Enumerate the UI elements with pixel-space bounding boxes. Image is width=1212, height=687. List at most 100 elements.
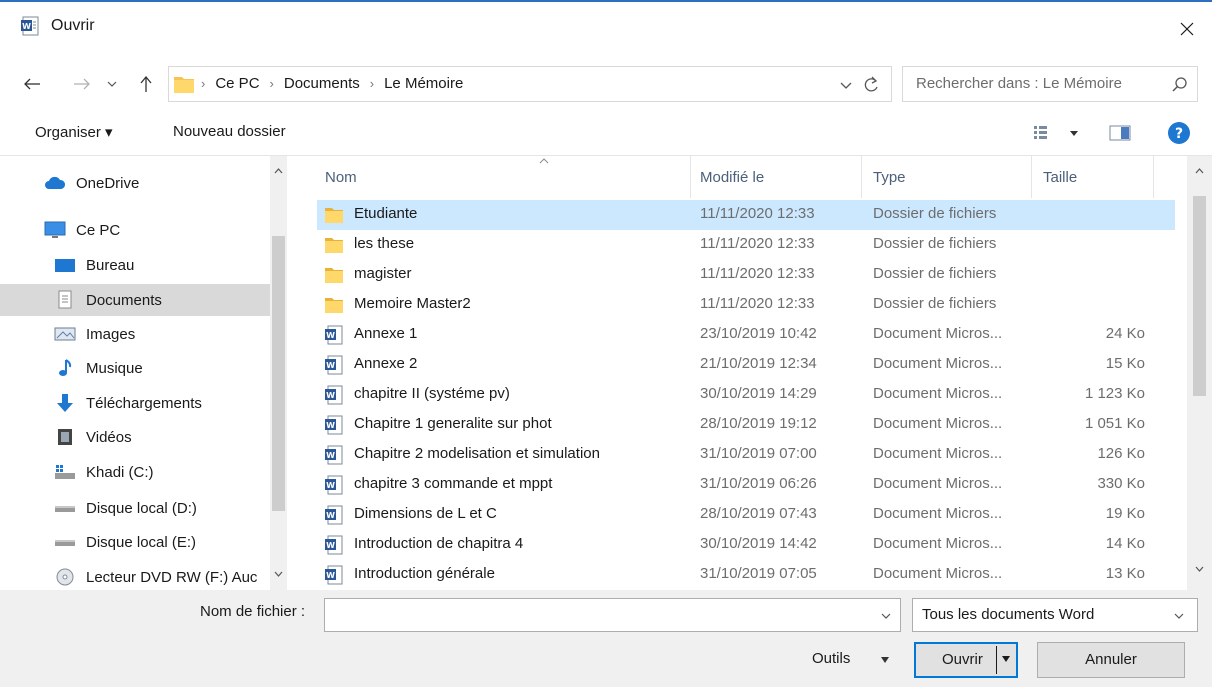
breadcrumb-item[interactable]: Le Mémoire [384, 75, 463, 92]
breadcrumb-item[interactable]: Documents [284, 75, 360, 92]
up-button[interactable] [134, 72, 158, 96]
column-header-type[interactable]: Type [873, 156, 906, 198]
dvd-icon [54, 566, 76, 588]
file-name: Etudiante [354, 205, 418, 222]
nav-item-videos[interactable]: Vidéos [0, 421, 270, 453]
forward-button[interactable] [70, 72, 94, 96]
file-row[interactable]: W Introduction de chapitra 4 30/10/2019 14… [317, 530, 1175, 560]
svg-text:W: W [22, 22, 31, 31]
desktop-icon [54, 254, 76, 276]
column-divider[interactable] [1153, 156, 1154, 198]
split-divider [996, 646, 997, 674]
nav-item-documents[interactable]: Documents [0, 284, 270, 316]
caret-down-icon[interactable] [1001, 654, 1011, 664]
arrow-left-icon [24, 78, 40, 90]
chevron-up-icon[interactable] [1195, 168, 1204, 174]
file-type: Document Micros... [873, 475, 1003, 492]
column-divider[interactable] [1031, 156, 1032, 198]
file-row[interactable]: W Chapitre 1 generalite sur phot 28/10/201… [317, 410, 1175, 440]
nav-item-music[interactable]: Musique [0, 352, 270, 384]
nav-item-images[interactable]: Images [0, 318, 270, 350]
filename-label: Nom de fichier : [200, 603, 306, 620]
file-type: Dossier de fichiers [873, 295, 997, 312]
column-divider[interactable] [690, 156, 691, 198]
word-doc-icon: W [325, 505, 343, 525]
file-row[interactable]: Wchapitre 3 commande et mppt 31/10/2019 0… [317, 470, 1175, 500]
file-row[interactable]: W Annexe 1 23/10/2019 10:42 Document Micros… [317, 320, 1175, 350]
cancel-button[interactable]: Annuler [1037, 642, 1185, 678]
close-button[interactable] [1162, 2, 1212, 56]
chevron-down-icon[interactable] [880, 610, 892, 622]
tools-button[interactable]: Outils [812, 650, 850, 667]
column-header-modified[interactable]: Modifié le [700, 156, 764, 198]
nav-item-drive-c[interactable]: Khadi (C:) [0, 456, 270, 488]
nav-scroll-thumb[interactable] [272, 236, 285, 511]
chevron-right-icon: › [201, 76, 206, 91]
preview-pane-icon[interactable] [1108, 122, 1132, 144]
folder-row[interactable]: Memoire Master2 11/11/2020 12:33 Dossier d… [317, 290, 1175, 320]
search-icon[interactable] [1171, 76, 1189, 94]
nav-item-desktop[interactable]: Bureau [0, 249, 270, 281]
organize-button[interactable]: Organiser ▾ [35, 123, 113, 141]
nav-item-dvd-f[interactable]: Lecteur DVD RW (F:) Auc [0, 561, 270, 590]
file-modified: 31/10/2019 06:26 [700, 475, 817, 492]
folder-row[interactable]: magister 11/11/2020 12:33 Dossier de fichi… [317, 260, 1175, 290]
file-size: 19 Ko [1105, 505, 1145, 522]
sort-ascending-icon [539, 158, 549, 164]
file-type: Document Micros... [873, 325, 1003, 342]
title-bar: W Ouvrir [0, 2, 1212, 56]
arrow-right-icon [74, 78, 90, 90]
chevron-right-icon: › [369, 76, 375, 91]
nav-item-onedrive[interactable]: OneDrive [0, 167, 270, 199]
chevron-down-icon[interactable] [1173, 610, 1185, 622]
file-modified: 28/10/2019 07:43 [700, 505, 817, 522]
file-row[interactable]: W Chapitre 2 modelisation et simulation 31… [317, 440, 1175, 470]
view-options-icon[interactable] [1032, 122, 1084, 144]
file-modified: 23/10/2019 10:42 [700, 325, 817, 342]
help-icon[interactable]: ? [1167, 121, 1191, 145]
recent-locations-button[interactable] [104, 72, 120, 96]
nav-item-drive-d[interactable]: Disque local (D:) [0, 492, 270, 524]
chevron-down-icon[interactable] [274, 571, 283, 577]
chevron-down-icon[interactable] [1195, 566, 1204, 572]
open-button[interactable]: Ouvrir [914, 642, 1018, 678]
file-row[interactable]: W Dimensions de L et C 28/10/2019 07:43 Doc… [317, 500, 1175, 530]
column-divider[interactable] [861, 156, 862, 198]
file-row[interactable]: W Annexe 2 21/10/2019 12:34 Document Micros… [317, 350, 1175, 380]
address-bar[interactable]: › Ce PC › Documents › Le Mémoire [168, 66, 892, 102]
folder-row[interactable]: Etudiante 11/11/2020 12:33 Dossier de fich… [317, 200, 1175, 230]
column-header-size[interactable]: Taille [1043, 156, 1077, 198]
folder-row[interactable]: les these 11/11/2020 12:33 Dossier de fich… [317, 230, 1175, 260]
file-scroll-thumb[interactable] [1193, 196, 1206, 396]
filename-combobox[interactable] [324, 598, 901, 632]
column-header-name[interactable]: Nom [325, 156, 357, 198]
file-modified: 31/10/2019 07:05 [700, 565, 817, 582]
search-box[interactable] [902, 66, 1198, 102]
nav-scrollbar[interactable] [270, 156, 287, 590]
chevron-down-icon[interactable] [837, 76, 855, 94]
caret-down-icon[interactable] [880, 656, 890, 664]
file-type-filter[interactable]: Tous les documents Word [912, 598, 1198, 632]
file-name: chapitre 3 commande et mppt [354, 475, 553, 492]
filename-input[interactable] [331, 606, 861, 623]
nav-item-downloads[interactable]: Téléchargements [0, 387, 270, 419]
open-button-label: Ouvrir [942, 651, 983, 668]
file-row[interactable]: Wchapitre II (systéme pv) 30/10/2019 14:2… [317, 380, 1175, 410]
search-input[interactable] [916, 75, 1161, 92]
file-modified: 28/10/2019 19:12 [700, 415, 817, 432]
refresh-icon[interactable] [861, 75, 883, 95]
file-size: 15 Ko [1105, 355, 1145, 372]
back-button[interactable] [20, 72, 44, 96]
file-scrollbar[interactable] [1187, 156, 1212, 590]
command-bar: Organiser ▾ Nouveau dossier ? [0, 110, 1212, 156]
breadcrumb-item[interactable]: Ce PC [215, 75, 259, 92]
chevron-up-icon[interactable] [274, 168, 283, 174]
svg-text:W: W [326, 481, 335, 490]
file-name: Chapitre 1 generalite sur phot [354, 415, 552, 432]
window-title: Ouvrir [51, 17, 95, 34]
word-doc-icon: W [325, 475, 343, 495]
nav-item-this-pc[interactable]: Ce PC [0, 214, 270, 246]
new-folder-button[interactable]: Nouveau dossier [173, 123, 286, 140]
file-row[interactable]: W Introduction générale 31/10/2019 07:05 Do… [317, 560, 1175, 590]
nav-item-drive-e[interactable]: Disque local (E:) [0, 526, 270, 558]
